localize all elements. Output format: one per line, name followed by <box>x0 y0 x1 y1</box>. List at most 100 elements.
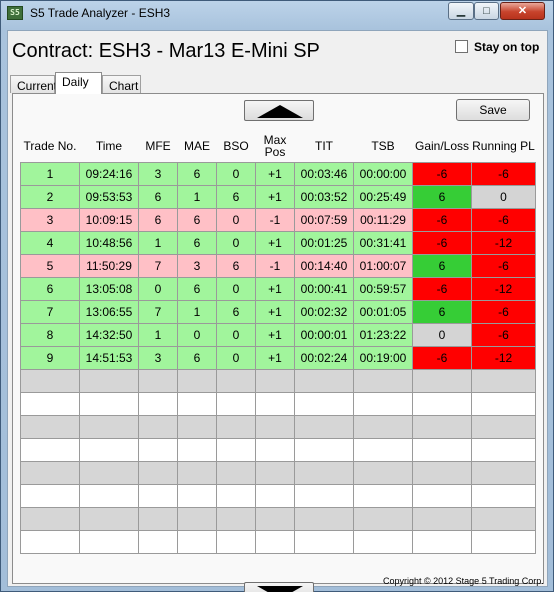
empty-table-row[interactable] <box>20 506 536 531</box>
table-cell[interactable]: 0 <box>216 230 256 255</box>
table-cell[interactable]: 00:11:29 <box>353 207 413 232</box>
table-cell[interactable] <box>294 414 354 439</box>
table-cell[interactable] <box>20 529 80 554</box>
table-cell[interactable]: 3 <box>177 253 217 278</box>
table-cell[interactable] <box>216 414 256 439</box>
table-cell[interactable]: +1 <box>255 230 295 255</box>
table-cell[interactable] <box>255 391 295 416</box>
stay-on-top-toggle[interactable]: Stay on top <box>455 40 539 54</box>
table-cell[interactable] <box>353 529 413 554</box>
maximize-button[interactable]: □ <box>474 2 499 20</box>
table-cell[interactable]: 5 <box>20 253 80 278</box>
table-cell[interactable] <box>177 368 217 393</box>
table-cell[interactable]: -6 <box>412 161 472 186</box>
table-cell[interactable]: 0 <box>216 322 256 347</box>
table-cell[interactable]: 6 <box>216 299 256 324</box>
table-cell[interactable]: -6 <box>471 207 536 232</box>
table-cell[interactable] <box>177 437 217 462</box>
table-cell[interactable] <box>353 506 413 531</box>
table-cell[interactable]: 09:24:16 <box>79 161 139 186</box>
table-cell[interactable]: 6 <box>138 184 178 209</box>
table-cell[interactable] <box>353 460 413 485</box>
table-cell[interactable] <box>255 414 295 439</box>
scroll-up-button[interactable] <box>244 100 314 121</box>
table-cell[interactable]: 11:50:29 <box>79 253 139 278</box>
table-cell[interactable]: +1 <box>255 345 295 370</box>
table-cell[interactable] <box>471 414 536 439</box>
table-cell[interactable]: 00:01:05 <box>353 299 413 324</box>
table-cell[interactable] <box>177 529 217 554</box>
save-button[interactable]: Save <box>456 99 530 121</box>
table-cell[interactable]: -6 <box>471 299 536 324</box>
table-cell[interactable] <box>20 391 80 416</box>
table-cell[interactable]: 01:00:07 <box>353 253 413 278</box>
table-cell[interactable] <box>177 391 217 416</box>
table-cell[interactable] <box>138 506 178 531</box>
table-cell[interactable]: 00:00:41 <box>294 276 354 301</box>
table-cell[interactable]: 3 <box>20 207 80 232</box>
table-cell[interactable]: 00:03:46 <box>294 161 354 186</box>
table-cell[interactable]: +1 <box>255 299 295 324</box>
table-cell[interactable]: -12 <box>471 345 536 370</box>
table-cell[interactable] <box>138 437 178 462</box>
table-cell[interactable] <box>138 460 178 485</box>
table-cell[interactable]: -12 <box>471 230 536 255</box>
table-cell[interactable] <box>255 437 295 462</box>
table-cell[interactable]: 0 <box>471 184 536 209</box>
table-cell[interactable]: 9 <box>20 345 80 370</box>
table-cell[interactable] <box>20 368 80 393</box>
empty-table-row[interactable] <box>20 414 536 439</box>
table-cell[interactable]: 1 <box>177 184 217 209</box>
table-cell[interactable]: 6 <box>177 207 217 232</box>
table-cell[interactable] <box>216 460 256 485</box>
table-cell[interactable]: 7 <box>138 299 178 324</box>
table-cell[interactable] <box>353 414 413 439</box>
table-cell[interactable]: 6 <box>138 207 178 232</box>
table-cell[interactable]: 3 <box>138 161 178 186</box>
table-cell[interactable]: -6 <box>471 161 536 186</box>
table-cell[interactable]: 00:25:49 <box>353 184 413 209</box>
table-cell[interactable]: 14:32:50 <box>79 322 139 347</box>
table-cell[interactable]: -1 <box>255 253 295 278</box>
table-cell[interactable]: 0 <box>412 322 472 347</box>
table-cell[interactable]: 6 <box>216 184 256 209</box>
table-cell[interactable] <box>294 506 354 531</box>
empty-table-row[interactable] <box>20 391 536 416</box>
table-row[interactable]: 6 13:05:08 0 6 0 +1 00:00:41 00:59:57 -6 -12 <box>20 276 536 301</box>
table-cell[interactable] <box>294 368 354 393</box>
table-row[interactable]: 3 10:09:15 6 6 0 -1 00:07:59 00:11:29 -6 -6 <box>20 207 536 232</box>
table-cell[interactable] <box>471 529 536 554</box>
table-cell[interactable]: 00:59:57 <box>353 276 413 301</box>
table-cell[interactable] <box>216 368 256 393</box>
table-cell[interactable] <box>79 529 139 554</box>
table-cell[interactable] <box>255 483 295 508</box>
table-cell[interactable] <box>255 529 295 554</box>
tab-chart[interactable]: Chart <box>102 75 141 93</box>
table-cell[interactable] <box>20 437 80 462</box>
table-cell[interactable]: 7 <box>20 299 80 324</box>
table-cell[interactable] <box>20 460 80 485</box>
table-cell[interactable] <box>294 460 354 485</box>
table-cell[interactable]: 10:09:15 <box>79 207 139 232</box>
table-cell[interactable] <box>138 391 178 416</box>
table-cell[interactable] <box>79 460 139 485</box>
table-cell[interactable] <box>177 483 217 508</box>
table-cell[interactable]: 6 <box>177 276 217 301</box>
table-cell[interactable]: 6 <box>412 299 472 324</box>
table-cell[interactable]: 8 <box>20 322 80 347</box>
scroll-down-button[interactable] <box>244 582 314 592</box>
table-cell[interactable] <box>138 414 178 439</box>
table-cell[interactable]: -6 <box>412 207 472 232</box>
table-cell[interactable] <box>79 391 139 416</box>
table-cell[interactable] <box>20 414 80 439</box>
table-cell[interactable]: +1 <box>255 322 295 347</box>
table-cell[interactable] <box>255 506 295 531</box>
table-cell[interactable]: 00:00:00 <box>353 161 413 186</box>
table-cell[interactable]: 09:53:53 <box>79 184 139 209</box>
table-cell[interactable] <box>294 483 354 508</box>
table-cell[interactable]: -6 <box>412 345 472 370</box>
table-cell[interactable] <box>471 460 536 485</box>
empty-table-row[interactable] <box>20 437 536 462</box>
table-cell[interactable] <box>138 529 178 554</box>
table-cell[interactable] <box>79 437 139 462</box>
